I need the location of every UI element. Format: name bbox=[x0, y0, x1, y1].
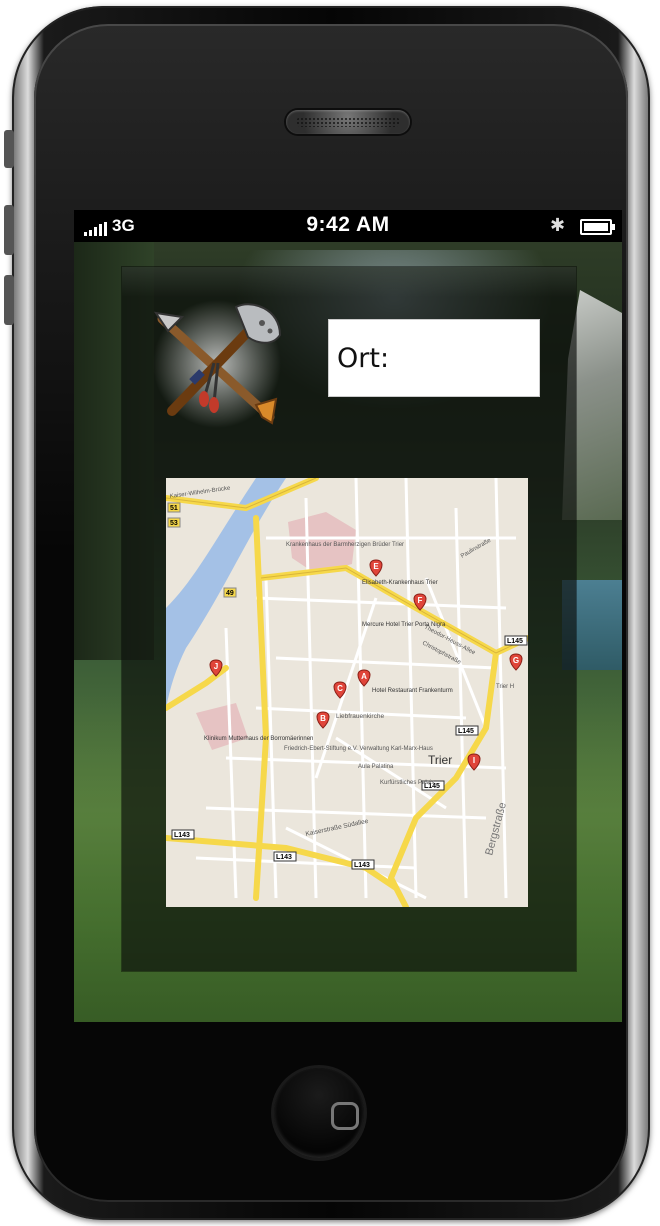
svg-text:J: J bbox=[214, 662, 218, 671]
map-label-liebfrauenkirche: Liebfrauenkirche bbox=[336, 713, 384, 720]
mute-switch bbox=[4, 130, 14, 168]
map-label-kurfuerstliches-palais: Kurfürstliches Palais bbox=[380, 780, 434, 786]
map-marker-j-label: Klinikum Mutterhaus der Borromäerinnen bbox=[204, 736, 313, 742]
road-shield-l145-a: L145 bbox=[458, 728, 474, 735]
screen: 3G 9:42 AM ✱ Ort: 51 53 49 L145 L145 L14… bbox=[74, 210, 622, 1022]
road-shield-49: 49 bbox=[226, 590, 234, 597]
svg-text:F: F bbox=[418, 596, 423, 605]
map-tiles: 51 53 49 L145 L145 L145 L143 L143 L143 T… bbox=[166, 478, 528, 907]
svg-text:E: E bbox=[373, 562, 379, 571]
ort-label: Ort: bbox=[337, 342, 390, 374]
map-label-kaiser-wilhelm-bruecke: Kaiser-Wilhelm-Brücke bbox=[169, 485, 231, 500]
road-shield-l145-c: L145 bbox=[507, 638, 523, 645]
volume-up-button bbox=[4, 205, 14, 255]
map-label-krankenhaus-barmherzigen: Krankenhaus der Barmherzigen Brüder Trie… bbox=[286, 542, 404, 548]
content-panel: Ort: 51 53 49 L145 L145 L145 L143 L143 L… bbox=[122, 267, 576, 971]
map-marker-a-label: Hotel Restaurant Frankenturm bbox=[372, 688, 453, 694]
svg-text:C: C bbox=[337, 684, 343, 693]
road-shield-53: 53 bbox=[170, 520, 178, 527]
map-marker-e[interactable]: E bbox=[369, 559, 383, 577]
map-marker-b[interactable]: B bbox=[316, 711, 330, 729]
ort-field[interactable]: Ort: bbox=[328, 319, 540, 397]
crossed-axe-arrow-icon bbox=[153, 300, 282, 428]
svg-text:G: G bbox=[513, 656, 519, 665]
map-label-paulinstrasse: Paulinstraße bbox=[460, 537, 493, 559]
map-view[interactable]: 51 53 49 L145 L145 L145 L143 L143 L143 T… bbox=[166, 478, 528, 907]
map-marker-e-label: Elisabeth-Krankenhaus Trier bbox=[362, 580, 438, 586]
home-square-icon bbox=[331, 1102, 359, 1130]
map-label-friedrich-ebert: Friedrich-Ebert-Stiftung e.V. Verwaltung… bbox=[284, 746, 433, 752]
svg-text:B: B bbox=[320, 714, 326, 723]
map-marker-g[interactable]: G bbox=[509, 653, 523, 671]
map-label-aula-palatina: Aula Palatina bbox=[358, 764, 394, 770]
speaker-grill bbox=[296, 117, 400, 127]
road-shield-l143-a: L143 bbox=[174, 832, 190, 839]
map-city-label: Trier bbox=[428, 753, 452, 767]
status-bar: 3G 9:42 AM ✱ bbox=[74, 210, 622, 242]
battery-icon bbox=[580, 219, 615, 235]
svg-text:A: A bbox=[361, 672, 367, 681]
svg-text:I: I bbox=[473, 756, 475, 765]
map-label-trier-h: Trier H bbox=[496, 684, 514, 690]
status-time: 9:42 AM bbox=[306, 213, 390, 236]
bluetooth-icon: ✱ bbox=[550, 215, 566, 235]
road-shield-l143-c: L143 bbox=[354, 862, 370, 869]
road-shield-51: 51 bbox=[170, 505, 178, 512]
road-shield-l143-b: L143 bbox=[276, 854, 292, 861]
volume-down-button bbox=[4, 275, 14, 325]
map-marker-f-label: Mercure Hotel Trier Porta Nigra bbox=[362, 622, 446, 628]
